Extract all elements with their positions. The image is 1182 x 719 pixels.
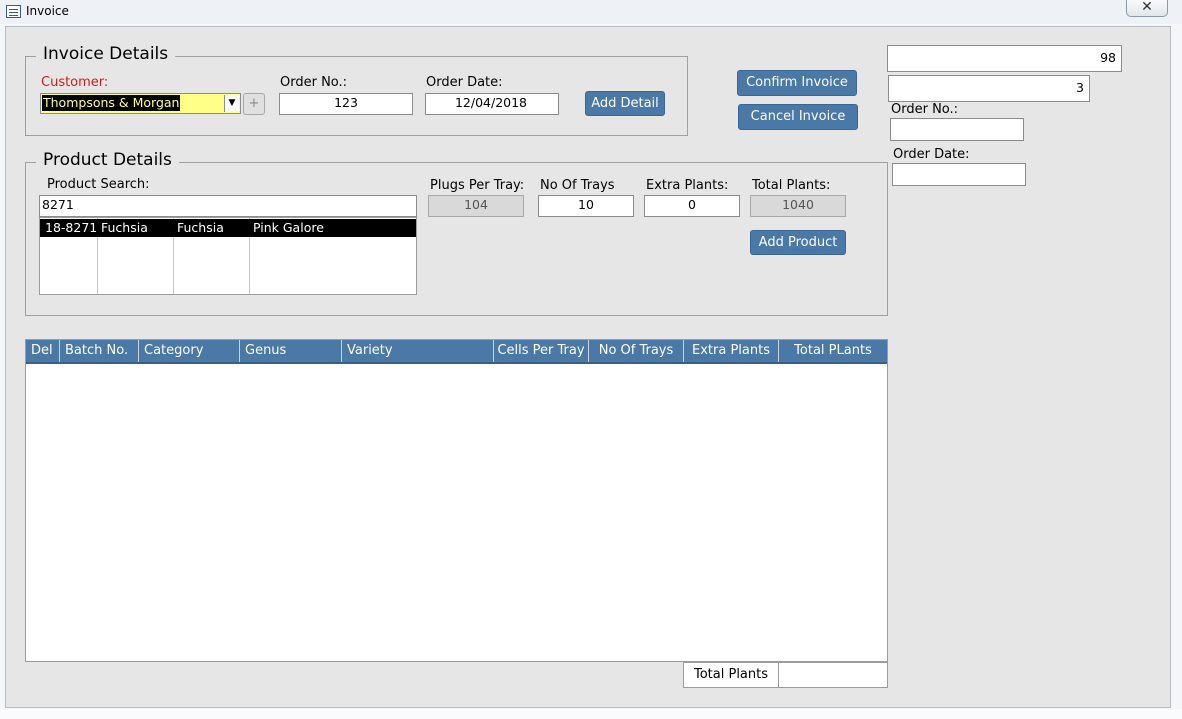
product-search-results[interactable]: 18-8271 Fuchsia Fuchsia Pink Galore [39,217,417,295]
total-plants-field: 1040 [750,195,846,217]
close-button[interactable]: ✕ [1126,0,1168,17]
add-detail-button[interactable]: Add Detail [585,91,665,116]
add-product-button[interactable]: Add Product [750,230,846,255]
product-search-label: Product Search: [47,177,150,192]
result-variety: Pink Galore [253,220,324,235]
footer-total-plants-value [778,662,888,688]
customer-label: Customer: [41,75,109,90]
side-order-date-label: Order Date: [893,147,970,162]
result-batch: 18-8271 [45,220,98,235]
close-icon: ✕ [1141,0,1153,15]
grid-header: Del Batch No. Category Genus Variety Cel… [26,340,887,364]
background-strip [0,709,1182,719]
order-no-label: Order No.: [280,75,348,90]
extra-plants-label: Extra Plants: [646,178,729,193]
no-of-trays-input[interactable]: 10 [538,195,634,217]
window-title: Invoice [26,4,69,18]
total-plants-label: Total Plants: [752,178,831,193]
side-order-date-input[interactable] [892,163,1026,186]
column-header-cells-per-tray[interactable]: Cells Per Tray [494,340,589,362]
side-order-no-label: Order No.: [891,102,959,117]
cancel-invoice-button[interactable]: Cancel Invoice [738,104,858,130]
side-order-no-input[interactable] [890,118,1024,141]
invoice-details-legend: Invoice Details [36,44,176,64]
confirm-invoice-button[interactable]: Confirm Invoice [737,70,857,96]
plugs-per-tray-field: 104 [428,195,524,217]
plugs-per-tray-label: Plugs Per Tray: [430,178,525,193]
footer-total-plants-label: Total Plants [683,662,779,688]
result-genus: Fuchsia [177,220,224,235]
invoice-form: Invoice Details Customer: Thompsons & Mo… [5,26,1171,708]
list-item[interactable]: 18-8271 Fuchsia Fuchsia Pink Galore [40,219,416,237]
new-customer-button[interactable]: + [243,93,265,115]
extra-plants-input[interactable]: 0 [644,195,740,217]
column-header-no-of-trays[interactable]: No Of Trays [589,340,684,362]
product-search-input[interactable]: 8271 [39,195,417,217]
customer-dropdown-button[interactable]: ▼ [224,95,239,112]
order-date-label: Order Date: [426,75,503,90]
invoice-details-grid[interactable]: Del Batch No. Category Genus Variety Cel… [25,339,888,662]
form-icon [6,5,21,18]
customer-value: Thompsons & Morgan [42,95,181,111]
column-header-del[interactable]: Del [26,340,60,362]
column-header-extra-plants[interactable]: Extra Plants [684,340,779,362]
column-header-batch-no[interactable]: Batch No. [60,340,139,362]
side-second-field[interactable]: 3 [888,75,1090,102]
plus-icon: + [248,96,260,111]
chevron-down-icon: ▼ [228,98,236,108]
product-details-legend: Product Details [36,150,179,170]
result-category: Fuchsia [101,220,148,235]
column-header-category[interactable]: Category [139,340,240,362]
column-header-variety[interactable]: Variety [342,340,494,362]
no-of-trays-label: No Of Trays [540,178,615,193]
window-title-bar[interactable]: Invoice ✕ [0,0,1182,24]
order-no-input[interactable]: 123 [279,93,413,115]
column-header-genus[interactable]: Genus [240,340,342,362]
side-top-field[interactable]: 98 [887,45,1122,72]
order-date-input[interactable]: 12/04/2018 [425,93,559,115]
customer-combobox[interactable]: Thompsons & Morgan [40,93,241,114]
column-header-total-plants[interactable]: Total PLants [779,340,887,362]
